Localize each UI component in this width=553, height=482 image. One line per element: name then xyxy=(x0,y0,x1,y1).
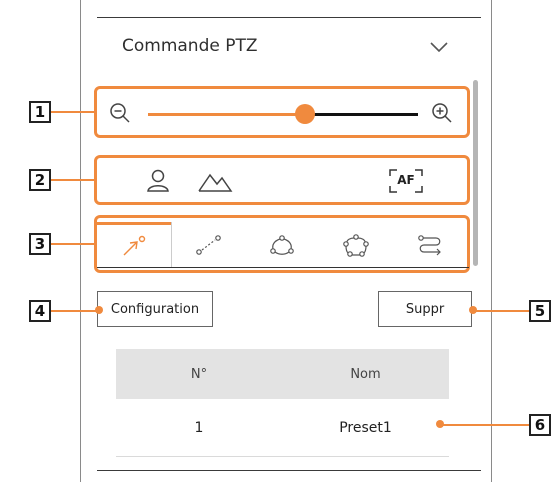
panel-title: Commande PTZ xyxy=(122,36,258,56)
zoom-in-icon[interactable] xyxy=(430,101,454,125)
callout-5: 5 xyxy=(529,300,551,322)
callout-6-leader xyxy=(442,424,529,426)
zoom-track xyxy=(304,113,418,116)
preset-number: 1 xyxy=(194,419,204,436)
callout-3: 3 xyxy=(29,233,51,255)
configuration-button[interactable]: Configuration xyxy=(97,291,213,327)
preset-table: N° Nom 1 Preset1 xyxy=(116,349,449,457)
zoom-slider[interactable] xyxy=(148,104,418,124)
tab-swing[interactable] xyxy=(171,222,246,268)
column-header-name: Nom xyxy=(350,366,381,382)
callout-3-leader xyxy=(51,243,95,245)
tab-preset[interactable] xyxy=(97,222,171,268)
mountain-icon[interactable] xyxy=(197,169,233,193)
scrollbar[interactable] xyxy=(473,80,478,266)
group-icon xyxy=(270,235,294,255)
preset-name: Preset1 xyxy=(339,419,392,436)
callout-6: 6 xyxy=(529,414,551,436)
autofocus-button[interactable]: AF xyxy=(388,168,424,194)
callout-2-leader xyxy=(51,179,95,181)
callout-2: 2 xyxy=(29,169,51,191)
tour-icon xyxy=(343,234,369,257)
callout-4-dot xyxy=(95,306,103,314)
trace-icon xyxy=(418,235,441,256)
column-header-number: N° xyxy=(190,366,208,382)
callout-4-leader xyxy=(51,310,97,312)
tabs-underline xyxy=(97,267,469,268)
top-divider xyxy=(97,17,481,18)
callout-6-dot xyxy=(436,420,444,428)
swing-icon xyxy=(196,235,221,255)
zoom-out-icon[interactable] xyxy=(108,101,132,125)
person-icon[interactable] xyxy=(145,168,171,194)
callout-1-leader xyxy=(51,111,95,113)
af-label: AF xyxy=(397,173,415,187)
callout-5-leader xyxy=(475,310,529,312)
ptz-mode-tabs xyxy=(97,222,469,268)
callout-4: 4 xyxy=(29,300,51,322)
bottom-divider xyxy=(97,470,481,471)
table-header: N° Nom xyxy=(116,349,449,399)
tab-tour[interactable] xyxy=(319,222,393,268)
callout-5-dot xyxy=(469,306,477,314)
zoom-slider-handle[interactable] xyxy=(294,104,315,124)
tab-trace[interactable] xyxy=(393,222,467,268)
callout-1: 1 xyxy=(29,101,51,123)
preset-arrow-icon xyxy=(123,235,146,255)
table-row[interactable]: 1 Preset1 xyxy=(116,399,449,457)
chevron-down-icon[interactable] xyxy=(428,40,450,54)
zoom-track-filled xyxy=(148,113,305,116)
tab-group[interactable] xyxy=(245,222,319,268)
delete-button[interactable]: Suppr xyxy=(378,291,472,327)
